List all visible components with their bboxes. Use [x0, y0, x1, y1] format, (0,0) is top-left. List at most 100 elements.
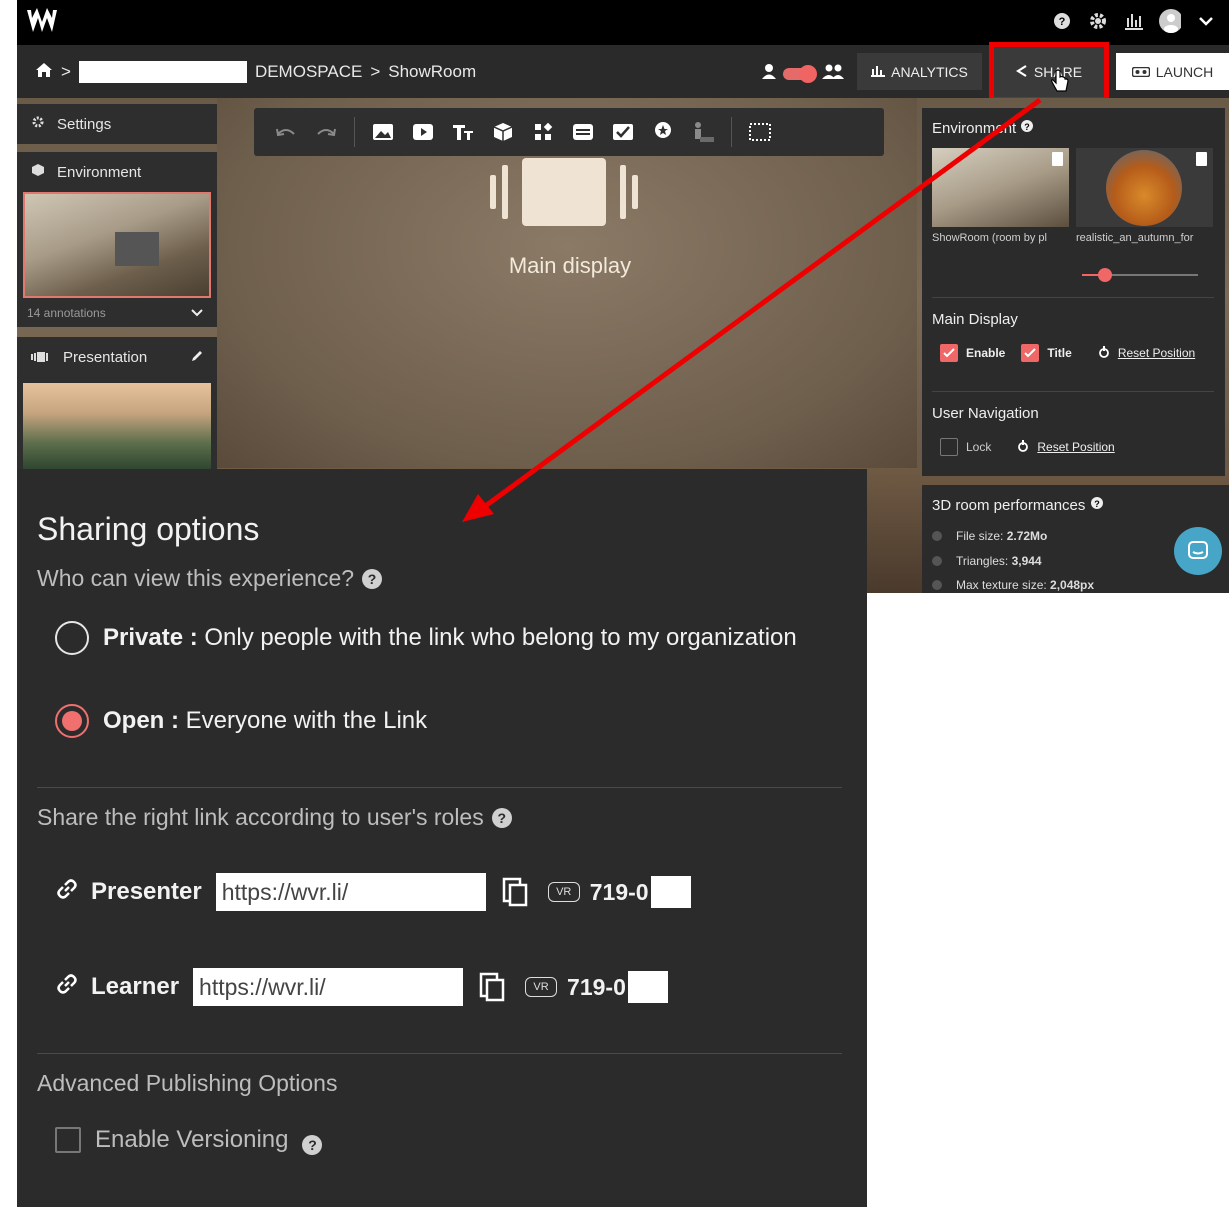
file-size-label: File size: — [956, 529, 1007, 543]
reset-icon — [1098, 345, 1110, 361]
who-can-view-label: Who can view this experience? — [37, 565, 355, 591]
environment-title: Environment — [932, 119, 1017, 137]
help-icon[interactable]: ? — [491, 807, 512, 828]
title-checkbox[interactable] — [1021, 344, 1040, 362]
reset-position-link[interactable]: Reset Position — [1118, 346, 1195, 360]
presence-toggle[interactable] — [761, 63, 845, 84]
private-option[interactable]: Private : Only people with the link who … — [55, 621, 797, 655]
open-option[interactable]: Open : Everyone with the Link — [55, 704, 427, 738]
app-logo[interactable] — [25, 6, 59, 38]
cube-icon — [31, 163, 45, 181]
settings-panel[interactable]: Settings — [17, 104, 217, 144]
text-icon[interactable] — [443, 108, 483, 156]
chat-button[interactable] — [1174, 527, 1222, 575]
presenter-link-field[interactable]: https://wvr.li/ — [215, 873, 486, 911]
versioning-checkbox[interactable] — [55, 1127, 81, 1153]
environment-caption: ShowRoom (room by pl — [932, 232, 1047, 244]
copy-icon[interactable] — [479, 972, 507, 1002]
trash-icon[interactable] — [1052, 152, 1063, 166]
edit-icon[interactable] — [191, 349, 203, 366]
private-title: Private : — [103, 624, 198, 651]
help-icon[interactable]: ? — [1090, 496, 1104, 514]
enable-checkbox[interactable] — [940, 344, 958, 362]
home-icon[interactable] — [35, 62, 53, 83]
versioning-option[interactable]: Enable Versioning ? — [55, 1125, 323, 1155]
texture-label: Max texture size: — [956, 578, 1051, 592]
triangles-label: Triangles: — [956, 554, 1012, 568]
image-icon[interactable] — [363, 108, 403, 156]
gear-icon — [31, 115, 45, 133]
file-size-value: 2.72Mo — [1006, 529, 1048, 543]
wall-logo-icon — [115, 232, 159, 266]
breadcrumb: > DEMOSPACE > ShowRoom — [35, 61, 476, 83]
breadcrumb-separator: > — [61, 62, 71, 81]
presentation-label: Presentation — [63, 348, 148, 366]
breadcrumb-separator: > — [370, 62, 381, 81]
advanced-options-title: Advanced Publishing Options — [37, 1070, 338, 1096]
private-description: Only people with the link who belong to … — [197, 624, 797, 651]
redacted-org — [78, 61, 247, 83]
3d-object-icon[interactable] — [483, 108, 523, 156]
environment-thumbnail[interactable] — [23, 192, 211, 298]
video-icon[interactable] — [403, 108, 443, 156]
quiz-check-icon[interactable] — [603, 108, 643, 156]
avatar[interactable] — [1159, 9, 1181, 33]
chevron-down-icon[interactable] — [191, 306, 203, 320]
environment-panel: Environment 14 annotations — [17, 152, 217, 327]
chevron-down-icon[interactable] — [1195, 10, 1217, 32]
gear-icon[interactable] — [1087, 10, 1109, 32]
redacted-code — [650, 876, 691, 908]
learner-label: Learner — [91, 973, 180, 1000]
launch-button[interactable]: LAUNCH — [1116, 53, 1229, 90]
selection-icon[interactable] — [740, 108, 780, 156]
single-user-icon — [761, 63, 777, 84]
status-dot — [932, 556, 942, 566]
reset-icon — [1017, 439, 1029, 455]
main-display-icon[interactable] — [490, 158, 638, 226]
top-header: ? — [17, 0, 1229, 45]
reset-position-link[interactable]: Reset Position — [1037, 440, 1114, 454]
app-window: ? > DEMOSPACE > ShowRoom ANALYTICS LAUNC… — [0, 0, 1229, 1207]
environment-slider[interactable] — [1082, 268, 1198, 282]
private-radio[interactable] — [55, 621, 89, 655]
help-icon[interactable]: ? — [302, 1135, 323, 1155]
analytics-icon[interactable] — [1123, 10, 1145, 32]
copy-icon[interactable] — [502, 877, 530, 907]
slider-handle[interactable] — [1098, 268, 1112, 282]
list-panel-icon[interactable] — [563, 108, 603, 156]
share-button[interactable]: SHARE — [989, 42, 1109, 102]
lock-checkbox[interactable] — [940, 438, 958, 456]
lock-label: Lock — [966, 440, 992, 454]
help-icon[interactable]: ? — [1051, 10, 1073, 32]
open-title: Open : — [103, 707, 179, 734]
svg-text:?: ? — [1059, 16, 1066, 28]
sharing-title: Sharing options — [37, 511, 260, 547]
share-icon — [1015, 64, 1028, 80]
badge-icon[interactable] — [643, 108, 683, 156]
help-icon[interactable]: ? — [362, 568, 383, 589]
avatar-spawn-icon[interactable] — [683, 108, 723, 156]
presentation-thumbnail[interactable] — [23, 383, 211, 469]
help-icon[interactable]: ? — [1020, 119, 1034, 137]
mode-toggle[interactable] — [783, 64, 817, 83]
environment-option-autumn[interactable] — [1076, 148, 1213, 227]
breadcrumb-room: ShowRoom — [388, 62, 477, 81]
svg-text:?: ? — [1024, 122, 1030, 132]
settings-label: Settings — [57, 115, 112, 133]
widgets-icon[interactable] — [523, 108, 563, 156]
vr-icon: VR — [525, 977, 558, 997]
roles-label: Share the right link according to user's… — [37, 804, 484, 830]
trash-icon[interactable] — [1196, 152, 1207, 166]
properties-panel: Environment ? ShowRoom (room by pl reali… — [922, 108, 1225, 476]
open-radio[interactable] — [55, 704, 89, 738]
vr-icon: VR — [547, 882, 580, 902]
undo-icon[interactable] — [266, 108, 306, 156]
learner-link-field[interactable]: https://wvr.li/ — [193, 968, 464, 1006]
redo-icon[interactable] — [306, 108, 346, 156]
nav-bar: > DEMOSPACE > ShowRoom ANALYTICS S — [17, 42, 1229, 102]
enable-label: Enable — [966, 346, 1006, 360]
breadcrumb-space[interactable]: DEMOSPACE — [255, 62, 362, 82]
analytics-button[interactable]: ANALYTICS — [857, 53, 982, 90]
environment-option-showroom[interactable] — [932, 148, 1069, 227]
texture-value: 2,048px — [1050, 578, 1095, 592]
